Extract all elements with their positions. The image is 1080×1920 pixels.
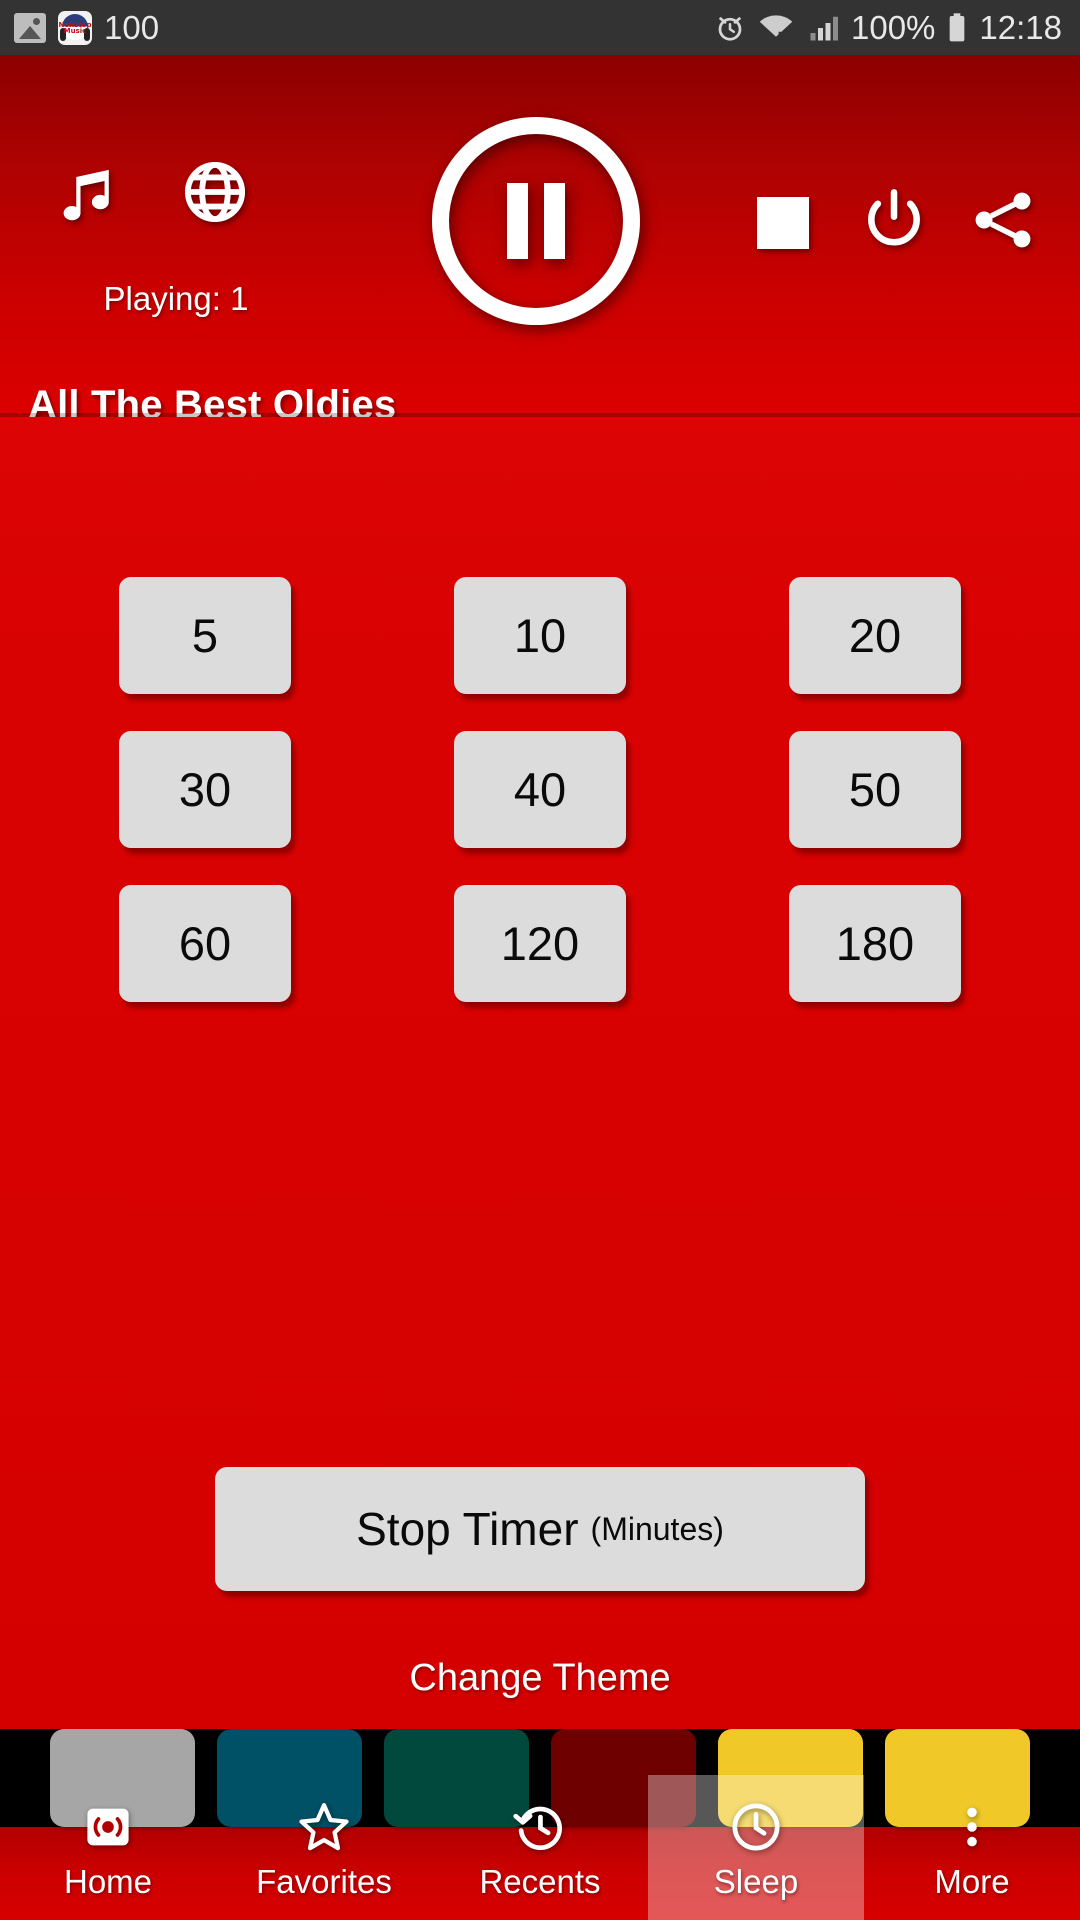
change-theme-title: Change Theme [409,1657,671,1699]
status-bar-clock: 12:18 [979,9,1062,46]
timer-button-5[interactable]: 5 [119,577,291,694]
nav-label-favorites: Favorites [256,1862,392,1900]
playing-count-label: Playing: 1 [103,280,249,317]
timer-row: 60 120 180 [0,885,1080,1002]
timer-row: 30 40 50 [0,731,1080,848]
photo-icon [14,12,46,43]
status-bar-battery-percent: 100% [851,9,936,46]
nav-item-sleep[interactable]: Sleep [648,1775,864,1920]
nav-item-favorites[interactable]: Favorites [216,1775,432,1920]
more-vert-icon [947,1798,997,1856]
star-icon [297,1798,351,1856]
nav-item-home[interactable]: Home [0,1775,216,1920]
timer-grid: 5 10 20 30 40 50 60 120 180 [0,577,1080,1002]
timer-button-10[interactable]: 10 [454,577,626,694]
pause-bar-right [544,183,565,259]
nav-item-more[interactable]: More [864,1775,1080,1920]
nav-label-recents: Recents [479,1862,601,1900]
pause-button[interactable] [432,117,640,325]
pause-bar-left [507,183,528,259]
wifi-icon [757,13,795,43]
music-note-icon[interactable] [48,153,126,231]
status-bar: Nonstop Music 100 100% 12:18 [0,0,1080,55]
signal-icon [807,13,839,43]
nav-item-recents[interactable]: Recents [432,1775,648,1920]
stop-timer-unit: (Minutes) [590,1511,724,1547]
status-bar-battery-number: 100 [104,9,160,46]
sleep-timer-panel: 5 10 20 30 40 50 60 120 180 Stop Timer (… [0,417,1080,1827]
clock-icon [729,1798,783,1856]
status-bar-left: Nonstop Music 100 [14,9,160,46]
history-icon [513,1798,567,1856]
stop-square-icon[interactable] [755,195,810,250]
status-bar-right: 100% 12:18 [715,11,1062,44]
stop-timer-label: Stop Timer [356,1503,579,1555]
timer-button-50[interactable]: 50 [789,731,961,848]
app-screen: Nonstop Music 100 100% 12:18 Playing: 1 … [0,0,1080,1920]
stop-timer-container: Stop Timer (Minutes) [0,1467,1080,1591]
nav-label-home: Home [63,1862,153,1900]
nonstop-music-app-icon: Nonstop Music [58,10,92,45]
timer-row: 5 10 20 [0,577,1080,694]
globe-icon[interactable] [180,157,250,227]
alarm-icon [715,13,745,43]
power-icon[interactable] [860,185,928,253]
app-badge-label: Nonstop Music [58,20,92,35]
stop-timer-button[interactable]: Stop Timer (Minutes) [215,1467,865,1591]
nav-label-sleep: Sleep [713,1862,799,1900]
radio-icon [82,1798,134,1856]
stop-square-glyph [756,196,809,249]
bottom-navigation: Home Favorites Recents Sleep More [0,1775,1080,1920]
timer-button-40[interactable]: 40 [454,731,626,848]
nav-label-more: More [934,1862,1010,1900]
timer-button-30[interactable]: 30 [119,731,291,848]
battery-icon [947,12,967,44]
timer-button-60[interactable]: 60 [119,885,291,1002]
timer-button-180[interactable]: 180 [789,885,961,1002]
timer-button-120[interactable]: 120 [454,885,626,1002]
player-header: Playing: 1 All The Best Oldies [0,55,1080,427]
timer-button-20[interactable]: 20 [789,577,961,694]
share-icon[interactable] [968,185,1038,255]
